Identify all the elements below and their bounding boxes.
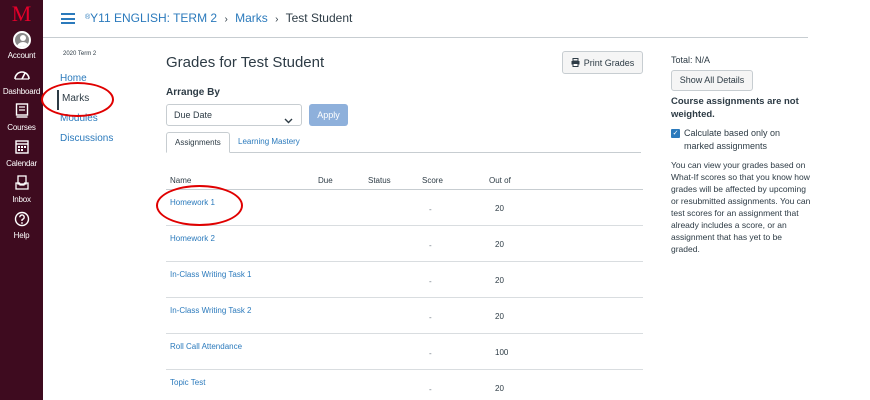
out-of-cell: 100 bbox=[495, 348, 509, 357]
course-nav-discussions[interactable]: Discussions bbox=[57, 130, 137, 150]
nav-courses-label: Courses bbox=[7, 123, 36, 132]
nav-help-label: Help bbox=[13, 231, 30, 240]
out-of-cell: 20 bbox=[495, 312, 504, 321]
nav-calendar[interactable]: Calendar bbox=[0, 139, 43, 175]
assignment-link[interactable]: Homework 2 bbox=[170, 234, 215, 243]
column-header-name[interactable]: Name bbox=[170, 176, 191, 185]
print-grades-button[interactable]: Print Grades bbox=[562, 51, 643, 74]
nav-calendar-label: Calendar bbox=[6, 159, 37, 168]
breadcrumb-marks-link[interactable]: Marks bbox=[235, 11, 268, 25]
nav-account-label: Account bbox=[7, 51, 36, 60]
courses-book-icon bbox=[0, 103, 43, 123]
assignment-link[interactable]: In-Class Writing Task 2 bbox=[170, 306, 252, 315]
tab-learning-mastery[interactable]: Learning Mastery bbox=[230, 132, 308, 153]
column-header-out-of[interactable]: Out of bbox=[489, 176, 511, 185]
table-row: Roll Call Attendance - 100 bbox=[166, 334, 643, 370]
table-row: In-Class Writing Task 2 - 20 bbox=[166, 298, 643, 334]
nav-account[interactable]: Account bbox=[0, 31, 43, 67]
hamburger-menu-icon[interactable] bbox=[61, 13, 75, 24]
nav-inbox[interactable]: Inbox bbox=[0, 175, 43, 211]
arrange-by-select[interactable]: Due Date bbox=[166, 104, 302, 126]
assignment-link[interactable]: Roll Call Attendance bbox=[170, 342, 242, 351]
table-row: Topic Test - 20 bbox=[166, 370, 643, 400]
nav-inbox-label: Inbox bbox=[12, 195, 31, 204]
nav-help[interactable]: Help bbox=[0, 211, 43, 247]
out-of-cell: 20 bbox=[495, 276, 504, 285]
account-avatar-icon bbox=[0, 31, 43, 51]
annotation-circle-marks bbox=[41, 82, 114, 117]
help-question-icon bbox=[0, 211, 43, 231]
total-grade: Total: N/A bbox=[671, 55, 711, 65]
page-header: ®Y11 ENGLISH: TERM 2 › Marks › Test Stud… bbox=[43, 0, 808, 38]
score-cell: - bbox=[429, 349, 432, 358]
score-cell: - bbox=[429, 313, 432, 322]
print-grades-label: Print Grades bbox=[583, 57, 635, 68]
global-nav: M Account Dashboard Courses Calendar Inb… bbox=[0, 0, 43, 400]
calculate-option: ✓ Calculate based only on marked assignm… bbox=[671, 127, 811, 153]
table-row: Homework 2 - 20 bbox=[166, 226, 643, 262]
nav-courses[interactable]: Courses bbox=[0, 103, 43, 139]
inbox-tray-icon bbox=[0, 175, 43, 195]
dashboard-gauge-icon bbox=[0, 67, 43, 87]
grade-summary-sidebar: Total: N/A Show All Details Course assig… bbox=[671, 54, 811, 255]
tab-assignments[interactable]: Assignments bbox=[166, 132, 230, 153]
calculate-checkbox-label[interactable]: Calculate based only on marked assignmen… bbox=[684, 128, 780, 151]
column-header-due[interactable]: Due bbox=[318, 176, 333, 185]
grade-tabs: Assignments Learning Mastery bbox=[166, 132, 641, 153]
calculate-checkbox[interactable]: ✓ bbox=[671, 129, 680, 138]
weighting-note: Course assignments are not weighted. bbox=[671, 96, 799, 120]
score-cell: - bbox=[429, 241, 432, 250]
nav-dashboard[interactable]: Dashboard bbox=[0, 67, 43, 103]
arrange-by-value: Due Date bbox=[174, 110, 213, 120]
out-of-cell: 20 bbox=[495, 240, 504, 249]
assignment-link[interactable]: In-Class Writing Task 1 bbox=[170, 270, 252, 279]
school-logo[interactable]: M bbox=[0, 2, 43, 30]
calendar-icon bbox=[0, 139, 43, 159]
column-header-score[interactable]: Score bbox=[422, 176, 443, 185]
score-cell: - bbox=[429, 385, 432, 394]
breadcrumb-separator-icon: › bbox=[224, 14, 228, 25]
assignment-link[interactable]: Topic Test bbox=[170, 378, 205, 387]
term-label: 2020 Term 2 bbox=[63, 51, 97, 57]
breadcrumb-separator-icon: › bbox=[275, 14, 279, 25]
breadcrumb-course-link[interactable]: Y11 ENGLISH: TERM 2 bbox=[90, 11, 217, 25]
table-header: Name Due Status Score Out of bbox=[166, 170, 643, 190]
apply-button[interactable]: Apply bbox=[309, 104, 348, 126]
printer-icon bbox=[571, 58, 580, 67]
column-header-status[interactable]: Status bbox=[368, 176, 391, 185]
arrange-by-label: Arrange By bbox=[166, 87, 220, 98]
page-title: Grades for Test Student bbox=[166, 54, 325, 71]
show-all-details-button[interactable]: Show All Details bbox=[671, 70, 753, 91]
out-of-cell: 20 bbox=[495, 384, 504, 393]
breadcrumb-current: Test Student bbox=[285, 11, 353, 25]
score-cell: - bbox=[429, 277, 432, 286]
score-cell: - bbox=[429, 205, 432, 214]
table-row: In-Class Writing Task 1 - 20 bbox=[166, 262, 643, 298]
what-if-description: You can view your grades based on What-I… bbox=[671, 160, 811, 254]
out-of-cell: 20 bbox=[495, 204, 504, 213]
breadcrumb: ®Y11 ENGLISH: TERM 2 › Marks › Test Stud… bbox=[85, 10, 352, 28]
chevron-down-icon bbox=[284, 111, 293, 131]
nav-dashboard-label: Dashboard bbox=[2, 87, 41, 96]
annotation-circle-homework bbox=[156, 185, 243, 226]
